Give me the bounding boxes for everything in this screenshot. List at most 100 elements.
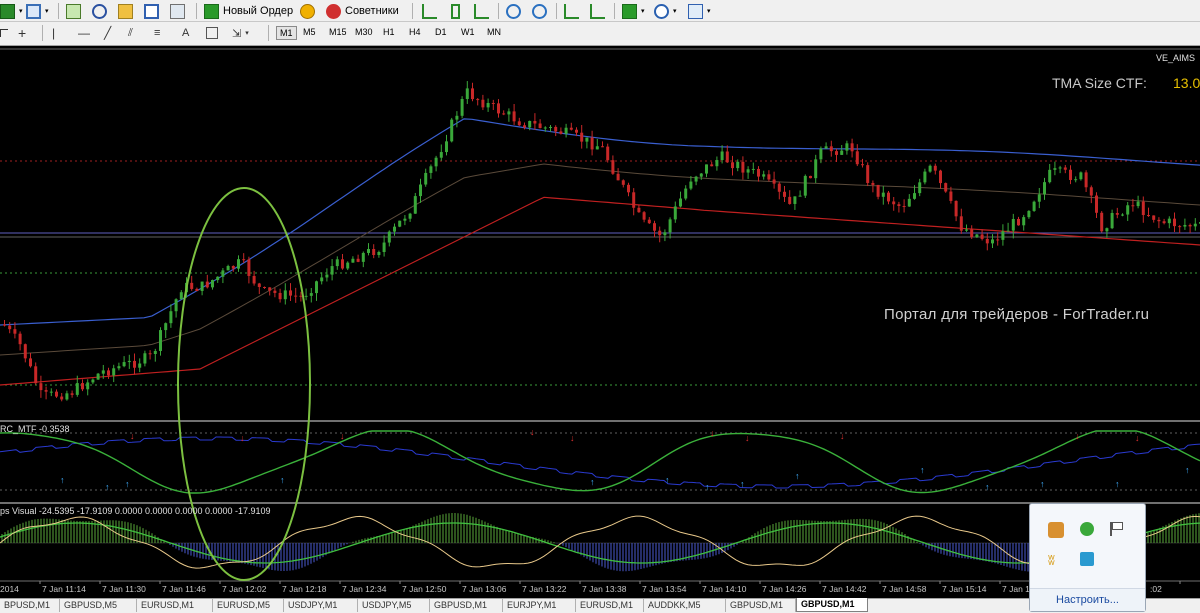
text-label-button[interactable] [206,24,218,42]
autoscroll-button[interactable] [590,2,605,20]
chart-tab[interactable]: EURUSD,M1 [576,599,644,612]
up-arrow-marker: ↑ [985,482,990,492]
trendline-button[interactable]: ╱ [104,24,111,42]
time-axis-label: 7 Jan 12:50 [402,584,447,594]
candle-body [533,120,537,124]
tray-bluetooth-icon[interactable] [1080,552,1094,566]
tray-customize-link[interactable]: Настроить... [1030,588,1145,611]
chart-tab[interactable]: GBPUSD,M1 [430,599,503,612]
timeframe-h1[interactable]: H1 [380,26,398,38]
timeframe-m30[interactable]: M30 [352,26,376,38]
candle-body [871,182,875,185]
candle-body [205,281,209,288]
advisors-button[interactable]: Советники [326,2,399,20]
candle-body [70,393,74,395]
candle-body [803,175,807,196]
indicators-button[interactable]: ▾ [622,2,645,20]
chart-tab[interactable]: EURUSD,M1 [137,599,213,612]
crosshair-button[interactable] [92,2,107,20]
chart-tab[interactable]: AUDDKK,M5 [644,599,726,612]
candle-body [543,127,547,129]
candle-body [793,196,797,204]
chart-shift-button[interactable] [564,2,579,20]
candle-body [559,131,563,134]
advisors-label: Советники [345,5,399,17]
candle-body [1027,210,1031,218]
timeframe-m1[interactable]: M1 [276,26,297,40]
candle-body [356,258,360,262]
candle-body [346,262,350,269]
chart-tab[interactable]: USDJPY,M1 [284,599,358,612]
candle-body [419,184,422,197]
candle-body [231,266,235,269]
navigator-button[interactable] [118,2,133,20]
candle-body [450,119,454,142]
candle-body [1115,212,1119,215]
candle-body [434,157,438,167]
add-chart-button[interactable]: ▾ [0,2,23,20]
horizontal-line-button[interactable]: — [78,24,90,42]
chart-tab[interactable]: GBPUSD,M1 [726,599,796,612]
chart-tab[interactable]: GBPUSD,M1 [796,598,868,612]
chart-tab[interactable]: USDJPY,M5 [358,599,430,612]
toolbar-separator [268,25,269,41]
new-order-button[interactable]: Новый Ордер [204,2,293,20]
candle-body [985,238,989,244]
profiles-button[interactable]: ▾ [26,2,49,20]
channel-button[interactable]: ⫽ [128,24,133,42]
tray-leaf-icon[interactable] [1080,522,1094,536]
up-arrow-marker: ↑ [1185,465,1190,475]
candle-body [169,311,173,324]
toolbar-separator [58,3,59,19]
candle-body [382,242,386,253]
up-arrow-marker: ↑ [740,479,745,489]
zoom-out-button[interactable] [532,2,547,20]
candle-body [954,200,958,217]
arrows-button[interactable]: ⇲ ▾ [232,24,249,42]
line-chart-button[interactable] [474,2,489,20]
timeframe-h4[interactable]: H4 [406,26,424,38]
crosshair-tool-button[interactable]: + [18,24,26,42]
candlestick-button[interactable] [448,2,460,20]
toolbar-separator [614,3,615,19]
tester-button[interactable] [170,2,185,20]
timeframe-d1[interactable]: D1 [432,26,450,38]
market-watch-button[interactable] [66,2,81,20]
candle-body [211,280,214,288]
zoom-in-button[interactable] [506,2,521,20]
chart-tab[interactable]: BPUSD,M1 [0,599,60,612]
cursor-button[interactable] [0,24,8,42]
up-arrow-marker: ↑ [280,475,285,485]
fibonacci-button[interactable]: ≡ [154,24,160,42]
candle-body [1069,169,1072,180]
candle-body [663,232,667,236]
timeframe-w1[interactable]: W1 [458,26,478,38]
candle-body [1136,201,1140,207]
vertical-line-button[interactable]: | [52,24,55,42]
candle-body [845,143,849,151]
timeframe-m5[interactable]: M5 [300,26,319,38]
candle-body [263,287,266,289]
tray-butterfly-icon[interactable]: ʬ [1048,552,1064,568]
candle-body [439,152,443,158]
candle-body [335,259,339,267]
periods-button[interactable]: ▾ [654,2,677,20]
up-arrow-marker: ↑ [920,465,925,475]
candle-body [725,151,729,163]
tray-flag-icon[interactable] [1110,522,1124,536]
terminal-button[interactable] [144,2,159,20]
timeframe-m15[interactable]: M15 [326,26,350,38]
candle-body [476,99,480,101]
chart-tab[interactable]: GBPUSD,M5 [60,599,137,612]
timeframe-mn[interactable]: MN [484,26,504,38]
candle-body [637,207,641,213]
chart-tab[interactable]: EURUSD,M5 [213,599,284,612]
autotrading-warning-button[interactable] [300,2,315,20]
chart-tab[interactable]: EURJPY,M1 [503,599,576,612]
templates-button[interactable]: ▾ [688,2,711,20]
tray-palette-icon[interactable] [1048,522,1064,538]
time-axis-label: 7 Jan 13:06 [462,584,507,594]
candle-body [949,191,953,201]
bar-chart-button[interactable] [422,2,437,20]
text-tool-button[interactable]: A [182,24,189,42]
